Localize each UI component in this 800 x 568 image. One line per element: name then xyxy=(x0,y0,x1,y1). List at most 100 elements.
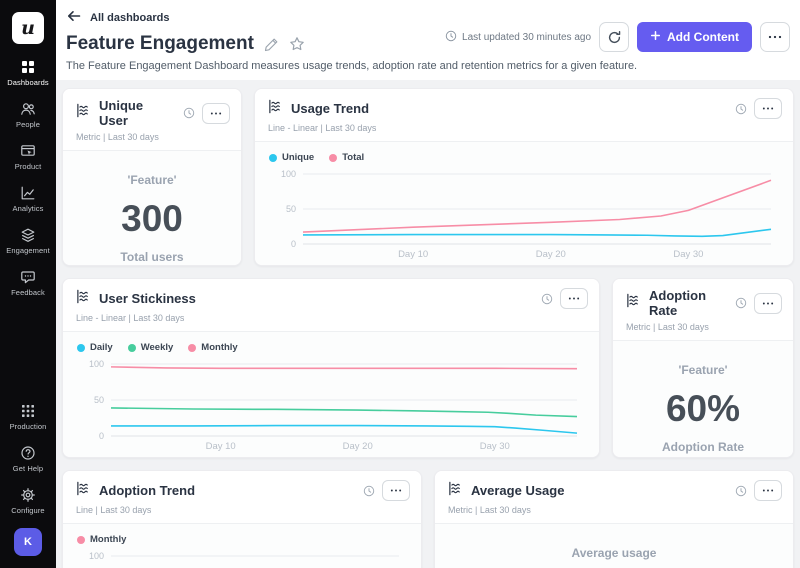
card-title: Average Usage xyxy=(471,483,565,498)
analytics-chart-icon xyxy=(20,185,36,201)
legend-dot xyxy=(188,343,197,352)
metric-caption: Adoption Rate xyxy=(662,440,744,454)
back-arrow-icon xyxy=(66,8,82,27)
svg-text:Day 20: Day 20 xyxy=(343,441,373,452)
card-subtitle: Line | Last 30 days xyxy=(76,505,152,515)
legend-item[interactable]: Total xyxy=(329,152,364,163)
sidebar-nav: Dashboards People Product Analytics Enga… xyxy=(0,52,56,304)
page-title: Feature Engagement xyxy=(66,33,254,54)
last-updated-text: Last updated 30 minutes ago xyxy=(462,31,592,43)
dashboard-grid: Unique User Metric | Last 30 days 'Featu… xyxy=(56,80,800,568)
user-avatar[interactable]: K xyxy=(14,528,42,556)
legend-item[interactable]: Monthly xyxy=(77,534,126,545)
legend-dot xyxy=(77,343,85,352)
clock-icon xyxy=(735,103,747,115)
card-more-button[interactable] xyxy=(754,292,782,314)
refresh-button[interactable] xyxy=(599,22,630,52)
last-updated: Last updated 30 minutes ago xyxy=(445,30,591,45)
clock-icon xyxy=(445,30,457,45)
metric-caption: Total users xyxy=(120,250,184,264)
card-more-button[interactable] xyxy=(754,480,782,501)
metric-context-label: 'Feature' xyxy=(127,173,177,187)
card-title: Adoption Rate xyxy=(649,288,707,318)
svg-text:0: 0 xyxy=(291,239,296,249)
metric-body: Average usage xyxy=(435,524,793,568)
sidebar-item-label: Dashboards xyxy=(7,78,49,87)
card-title: User Stickiness xyxy=(99,291,196,306)
people-icon xyxy=(20,101,36,117)
layers-icon xyxy=(20,227,36,243)
card-subtitle: Metric | Last 30 days xyxy=(626,322,709,332)
userpilot-logo[interactable]: u xyxy=(12,12,44,44)
chart-lines-icon xyxy=(76,481,91,501)
sidebar-item-label: People xyxy=(16,120,40,129)
sidebar-item-get-help[interactable]: Get Help xyxy=(0,438,56,480)
page-header: All dashboards Feature Engagement The Fe… xyxy=(56,0,800,80)
dashboards-grid-icon xyxy=(20,59,36,75)
sidebar-item-label: Feedback xyxy=(11,288,45,297)
card-subtitle: Line - Linear | Last 30 days xyxy=(76,313,185,323)
card-more-button[interactable] xyxy=(754,98,782,119)
add-content-button[interactable]: Add Content xyxy=(637,22,752,52)
sidebar-item-dashboards[interactable]: Dashboards xyxy=(0,52,56,94)
back-label: All dashboards xyxy=(90,11,170,24)
legend-dot xyxy=(77,535,85,544)
chart-legend: Unique Total xyxy=(267,152,781,163)
card-title: Adoption Trend xyxy=(99,483,196,498)
card-title: Usage Trend xyxy=(291,101,370,116)
card-more-button[interactable] xyxy=(560,288,588,309)
card-adoption-trend: Adoption Trend Line | Last 30 days Month… xyxy=(62,470,422,568)
sidebar-item-product[interactable]: Product xyxy=(0,136,56,178)
legend-dot xyxy=(127,343,136,352)
sidebar-item-engagement[interactable]: Engagement xyxy=(0,220,56,262)
sidebar-bottom-nav: Production Get Help Configure xyxy=(0,396,56,522)
metric-context-label: 'Feature' xyxy=(678,363,728,377)
sidebar-item-people[interactable]: People xyxy=(0,94,56,136)
favorite-star-icon[interactable] xyxy=(289,36,305,52)
header-more-button[interactable] xyxy=(760,22,790,52)
clock-icon xyxy=(735,297,747,309)
legend-item[interactable]: Unique xyxy=(269,152,314,163)
chart-legend: Monthly xyxy=(75,534,409,545)
sidebar-item-analytics[interactable]: Analytics xyxy=(0,178,56,220)
back-link[interactable]: All dashboards xyxy=(66,8,169,27)
clock-icon xyxy=(183,107,195,119)
usage-trend-chart: 0 50 100 Day 10 Day 20 Day 30 xyxy=(267,167,781,261)
legend-dot xyxy=(269,153,277,162)
card-more-button[interactable] xyxy=(382,480,410,501)
sidebar: u Dashboards People Product Analytics En… xyxy=(0,0,56,568)
legend-item[interactable]: Weekly xyxy=(127,342,173,353)
series-line-daily xyxy=(111,424,578,434)
card-subtitle: Line - Linear | Last 30 days xyxy=(268,123,377,133)
sidebar-item-label: Product xyxy=(14,162,42,171)
card-more-button[interactable] xyxy=(202,102,230,124)
sidebar-item-configure[interactable]: Configure xyxy=(0,480,56,522)
legend-item[interactable]: Monthly xyxy=(188,342,238,353)
svg-text:Day 30: Day 30 xyxy=(480,441,510,452)
sidebar-item-production[interactable]: Production xyxy=(0,396,56,438)
svg-text:100: 100 xyxy=(89,359,104,369)
edit-pencil-icon[interactable] xyxy=(264,37,279,52)
chart-card-body: Monthly 050100Day 10Day 20Day 30 xyxy=(63,524,421,568)
metric-value: 300 xyxy=(121,198,183,239)
svg-text:Day 20: Day 20 xyxy=(536,249,566,260)
plus-icon xyxy=(650,30,661,44)
card-title: Unique User xyxy=(99,98,144,128)
card-header: Average Usage Metric | Last 30 days xyxy=(435,471,793,524)
chart-card-body: Daily Weekly Monthly 0 50 100 Day 10 Day 20 Day… xyxy=(63,332,599,457)
card-usage-trend: Usage Trend Line - Linear | Last 30 days xyxy=(254,88,794,266)
clock-icon xyxy=(735,485,747,497)
card-header: Usage Trend Line - Linear | Last 30 days xyxy=(255,89,793,142)
svg-text:Day 10: Day 10 xyxy=(206,441,236,452)
user-stickiness-chart: 0 50 100 Day 10 Day 20 Day 30 xyxy=(75,357,587,453)
gear-icon xyxy=(20,487,36,503)
legend-item[interactable]: Daily xyxy=(77,342,113,353)
svg-text:100: 100 xyxy=(281,169,296,179)
card-header: Adoption Trend Line | Last 30 days xyxy=(63,471,421,524)
sidebar-item-feedback[interactable]: Feedback xyxy=(0,262,56,304)
sidebar-item-label: Get Help xyxy=(12,464,44,473)
card-header: Adoption Rate Metric | Last 30 days xyxy=(613,279,793,341)
series-line-unique xyxy=(302,228,772,238)
add-content-label: Add Content xyxy=(667,30,739,44)
svg-text:Day 30: Day 30 xyxy=(673,249,703,260)
